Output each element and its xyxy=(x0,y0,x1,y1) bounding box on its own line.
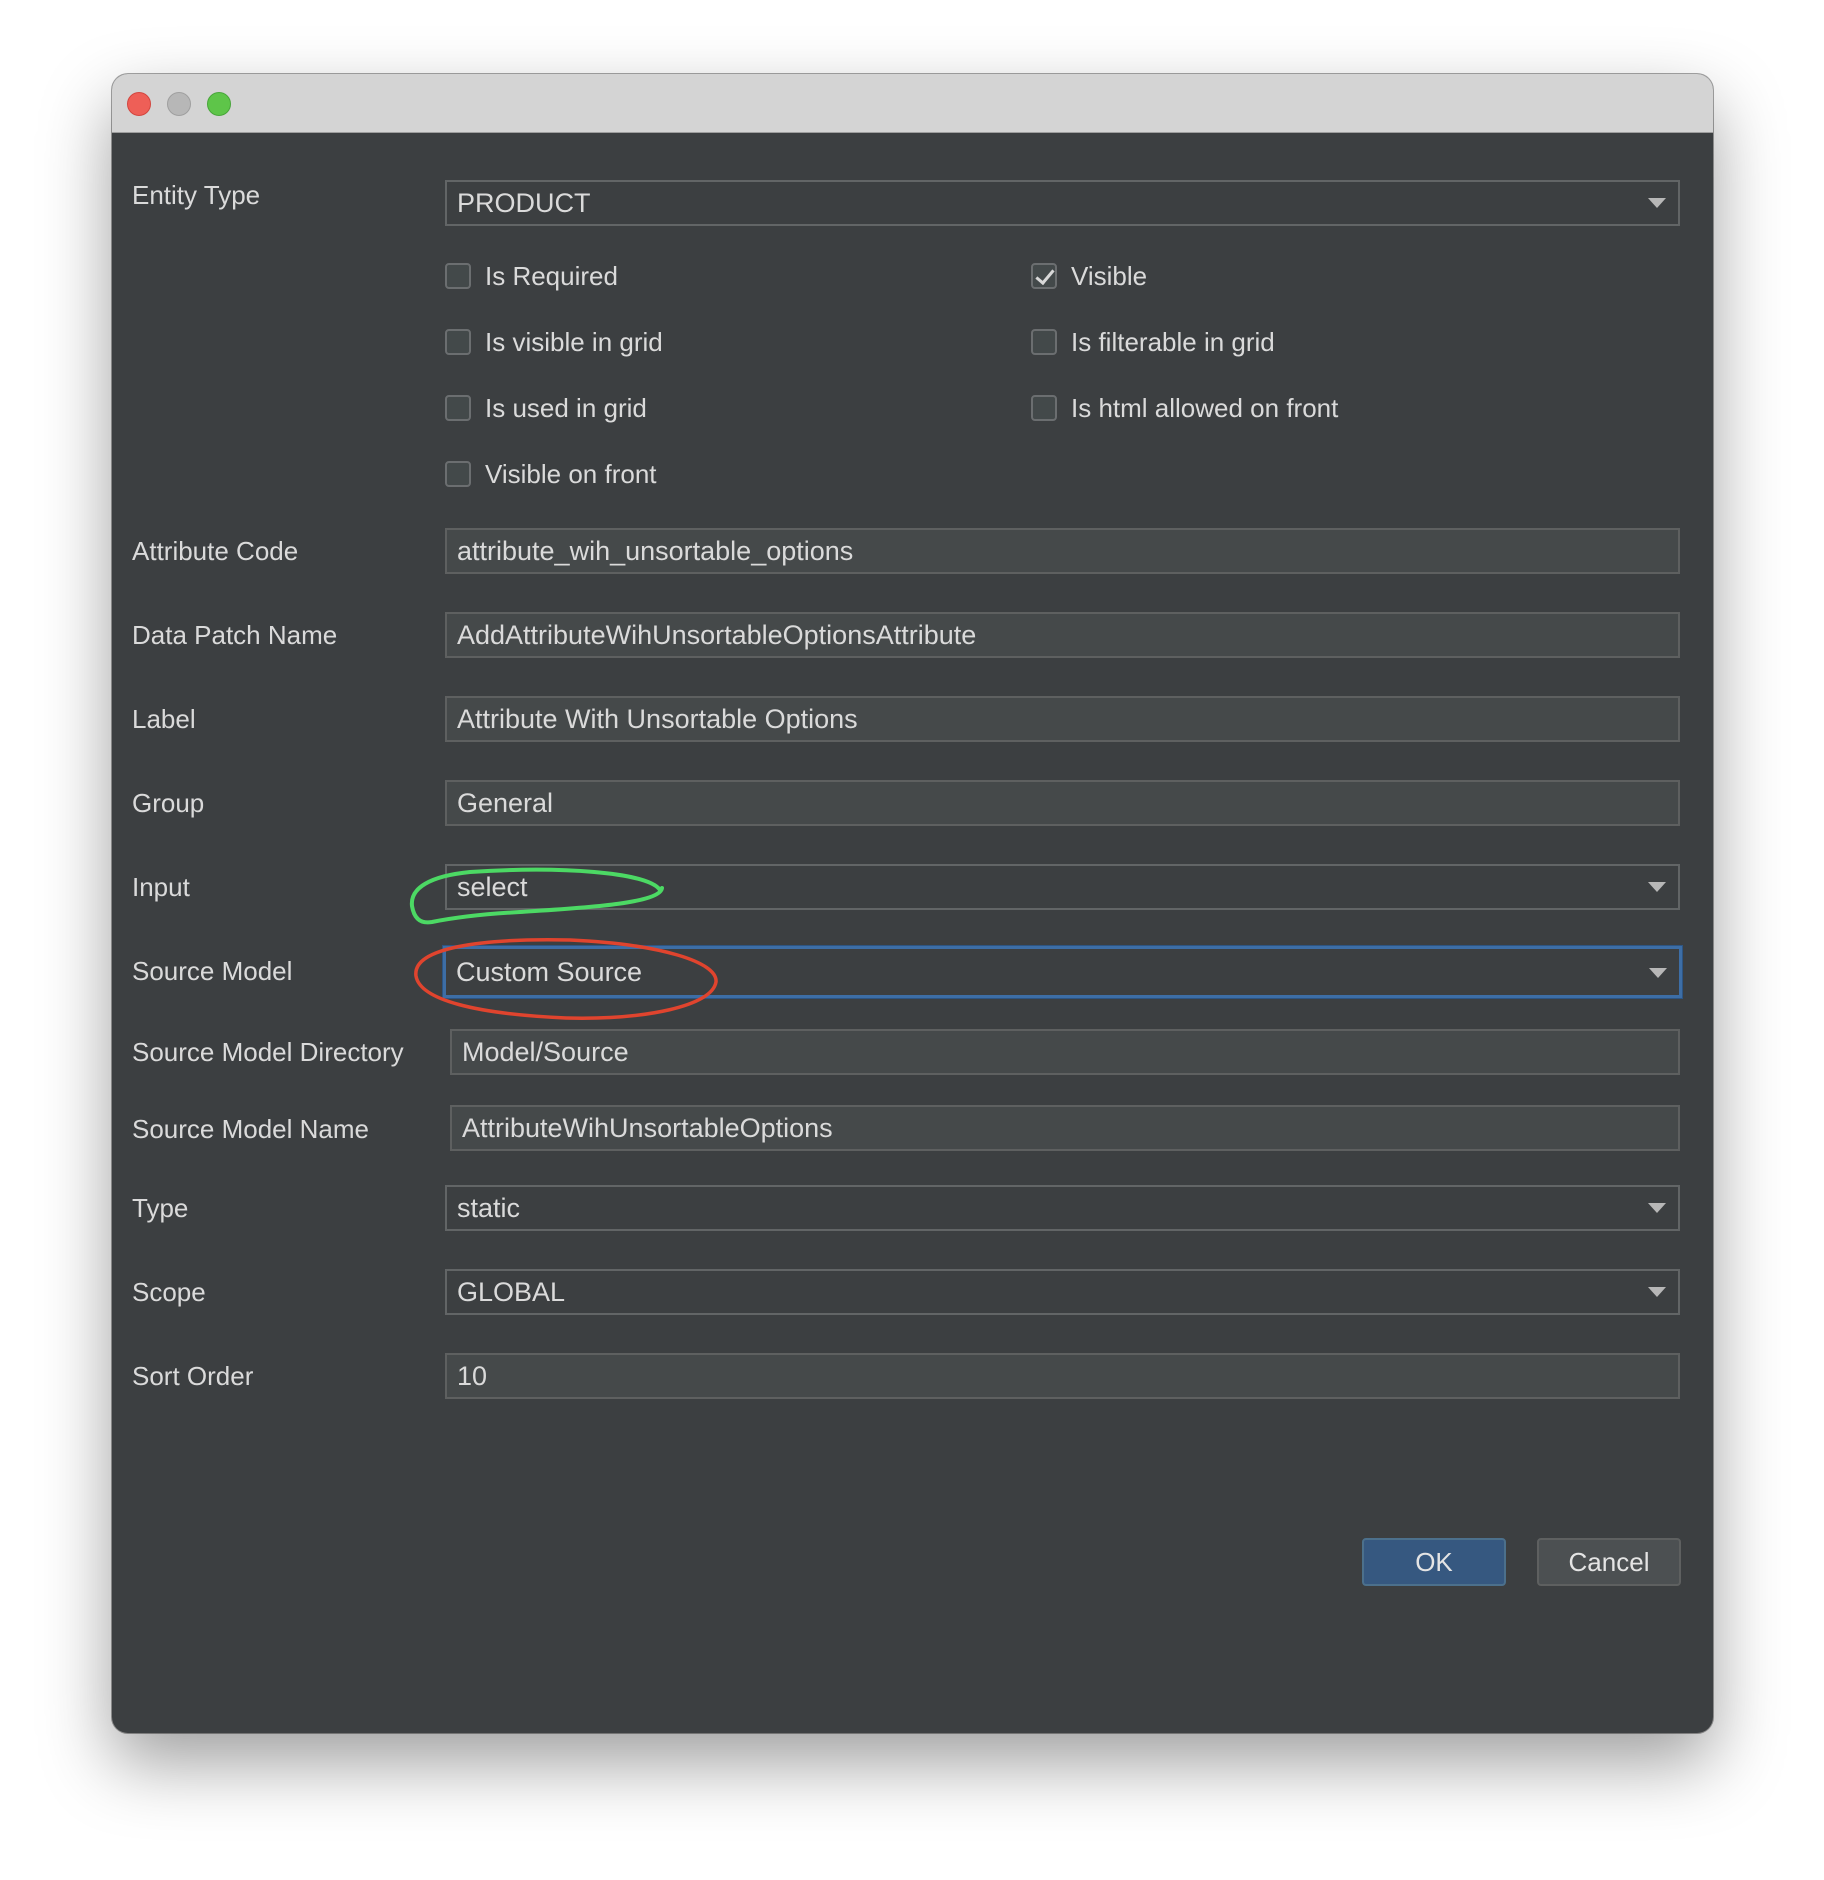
checkbox-label: Is used in grid xyxy=(485,393,647,423)
input-value: select xyxy=(457,872,528,902)
chevron-down-icon xyxy=(1648,882,1666,892)
entity-type-value: PRODUCT xyxy=(457,188,591,218)
is-html-allowed-on-front-checkbox[interactable]: Is html allowed on front xyxy=(1031,393,1338,423)
checkbox-box[interactable] xyxy=(445,329,471,355)
checkbox-box-checked[interactable] xyxy=(1031,263,1057,289)
input-label: Input xyxy=(132,872,190,902)
attribute-code-input[interactable]: attribute_wih_unsortable_options xyxy=(445,528,1680,574)
visible-checkbox[interactable]: Visible xyxy=(1031,261,1147,291)
group-input[interactable]: General xyxy=(445,780,1680,826)
label-input[interactable]: Attribute With Unsortable Options xyxy=(445,696,1680,742)
chevron-down-icon xyxy=(1648,1203,1666,1213)
checkbox-box[interactable] xyxy=(1031,395,1057,421)
label-field-label: Label xyxy=(132,704,196,734)
checkbox-label: Visible xyxy=(1071,261,1148,291)
is-required-checkbox[interactable]: Is Required xyxy=(445,261,618,291)
title-bar[interactable] xyxy=(112,74,1713,133)
checkbox-box[interactable] xyxy=(1031,329,1057,355)
checkbox-box[interactable] xyxy=(445,395,471,421)
scope-value: GLOBAL xyxy=(457,1277,566,1307)
scope-dropdown[interactable]: GLOBAL xyxy=(445,1269,1680,1315)
type-dropdown[interactable]: static xyxy=(445,1185,1680,1231)
source-model-name-label: Source Model Name xyxy=(132,1114,369,1144)
checkbox-label: Is html allowed on front xyxy=(1071,393,1339,423)
checkbox-box[interactable] xyxy=(445,263,471,289)
attribute-code-value: attribute_wih_unsortable_options xyxy=(457,536,854,566)
ok-button[interactable]: OK xyxy=(1362,1538,1506,1586)
data-patch-name-value: AddAttributeWihUnsortableOptionsAttribut… xyxy=(457,620,977,650)
chevron-down-icon xyxy=(1649,968,1667,978)
checkbox-label: Is visible in grid xyxy=(485,327,663,357)
chevron-down-icon xyxy=(1648,1287,1666,1297)
scope-label: Scope xyxy=(132,1277,206,1307)
cancel-button[interactable]: Cancel xyxy=(1537,1538,1681,1586)
zoom-icon[interactable] xyxy=(207,92,231,116)
entity-type-dropdown[interactable]: PRODUCT xyxy=(445,180,1680,226)
is-filterable-in-grid-checkbox[interactable]: Is filterable in grid xyxy=(1031,327,1275,357)
group-label: Group xyxy=(132,788,205,818)
label-value: Attribute With Unsortable Options xyxy=(457,704,858,734)
is-visible-in-grid-checkbox[interactable]: Is visible in grid xyxy=(445,327,663,357)
group-value: General xyxy=(457,788,554,818)
attribute-code-label: Attribute Code xyxy=(132,536,299,566)
type-value: static xyxy=(457,1193,521,1223)
type-label: Type xyxy=(132,1193,189,1223)
source-model-directory-input[interactable]: Model/Source xyxy=(450,1029,1680,1075)
checkbox-label: Is filterable in grid xyxy=(1071,327,1275,357)
source-model-label: Source Model xyxy=(132,956,293,986)
data-patch-name-label: Data Patch Name xyxy=(132,620,338,650)
checkbox-label: Visible on front xyxy=(485,459,657,489)
source-model-directory-label: Source Model Directory xyxy=(132,1037,404,1067)
source-model-directory-value: Model/Source xyxy=(462,1037,629,1067)
source-model-dropdown[interactable]: Custom Source xyxy=(443,946,1682,998)
close-icon[interactable] xyxy=(127,92,151,116)
visible-on-front-checkbox[interactable]: Visible on front xyxy=(445,459,657,489)
minimize-icon[interactable] xyxy=(167,92,191,116)
chevron-down-icon xyxy=(1648,198,1666,208)
sort-order-input[interactable]: 10 xyxy=(445,1353,1680,1399)
source-model-name-value: AttributeWihUnsortableOptions xyxy=(462,1113,833,1143)
sort-order-value: 10 xyxy=(457,1361,488,1391)
source-model-name-input[interactable]: AttributeWihUnsortableOptions xyxy=(450,1105,1680,1151)
input-dropdown[interactable]: select xyxy=(445,864,1680,910)
checkbox-label: Is Required xyxy=(485,261,618,291)
sort-order-label: Sort Order xyxy=(132,1361,254,1391)
data-patch-name-input[interactable]: AddAttributeWihUnsortableOptionsAttribut… xyxy=(445,612,1680,658)
is-used-in-grid-checkbox[interactable]: Is used in grid xyxy=(445,393,647,423)
source-model-value: Custom Source xyxy=(456,957,643,987)
dialog-window: Entity Type PRODUCT Is Required Visible … xyxy=(112,74,1713,1733)
entity-type-label: Entity Type xyxy=(132,180,261,210)
checkbox-box[interactable] xyxy=(445,461,471,487)
